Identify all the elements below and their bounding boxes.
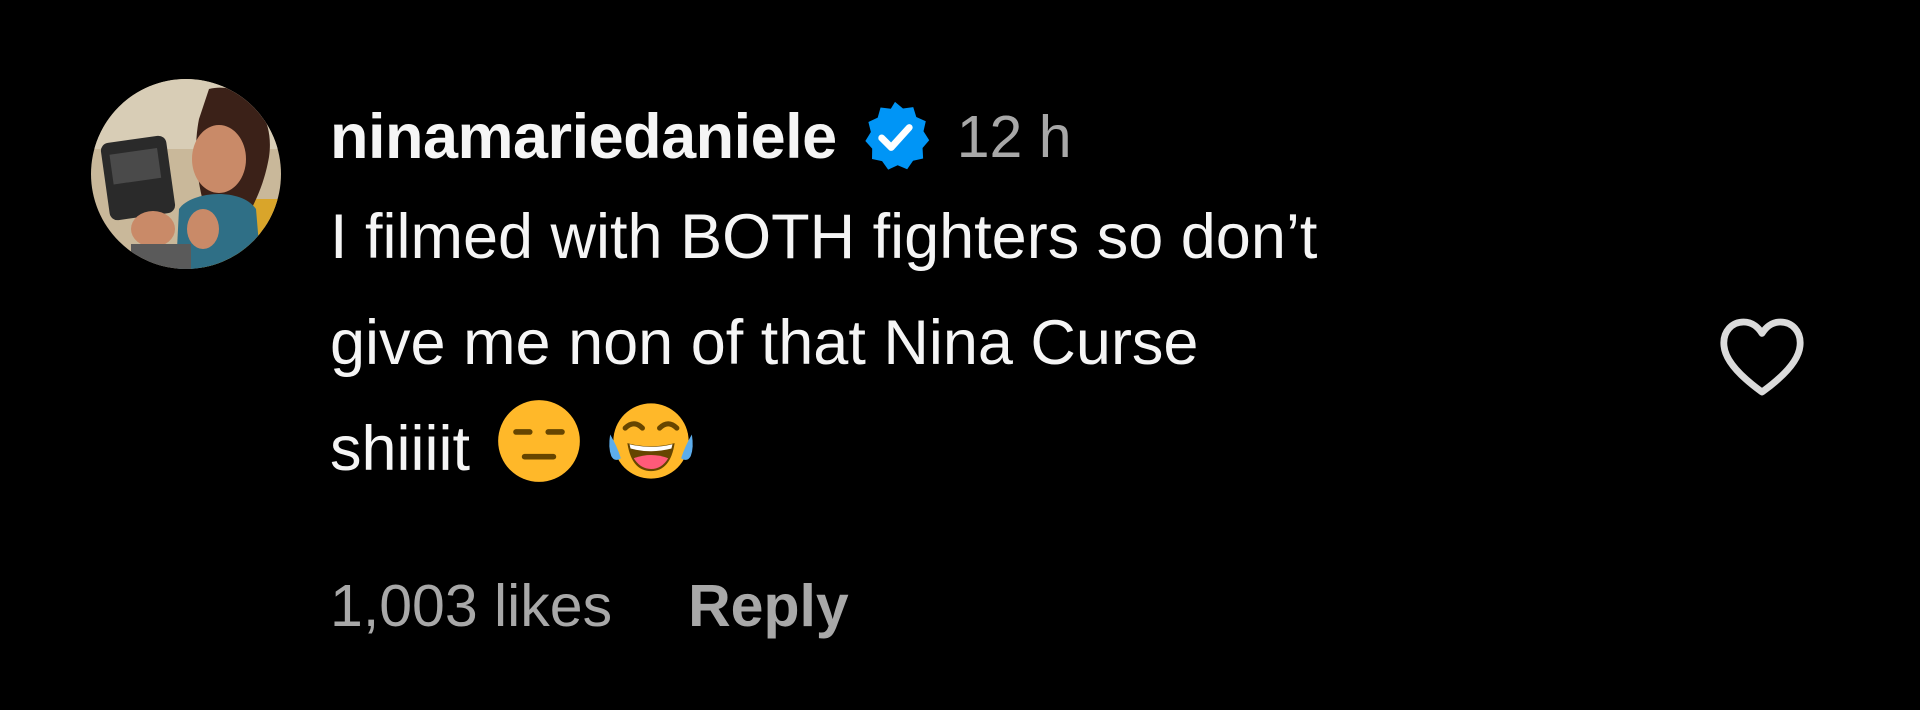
comment-footer: 1,003 likes Reply [330, 572, 849, 640]
comment-text-line: I filmed with BOTH fighters so don’t [330, 202, 1318, 272]
expressionless-face-emoji-icon [496, 398, 582, 484]
avatar[interactable] [91, 79, 281, 269]
comment-body: ninamariedaniele 12 h I filmed with BOTH… [330, 96, 1660, 502]
tears-of-joy-emoji-icon [608, 398, 694, 484]
comment-text-line: shiiiit [330, 414, 471, 484]
comment-text-line-last: shiiiit [330, 396, 1660, 502]
reply-button[interactable]: Reply [688, 572, 849, 640]
comment-item: ninamariedaniele 12 h I filmed with BOTH… [0, 0, 1920, 710]
username-link[interactable]: ninamariedaniele [330, 101, 837, 173]
comment-header: ninamariedaniele 12 h [330, 96, 1660, 178]
verified-badge-icon [857, 99, 933, 175]
likes-count-link[interactable]: 1,003 likes [330, 572, 612, 640]
profile-photo-avatar [91, 79, 281, 269]
comment-text-line: give me non of that Nina Curse [330, 308, 1199, 378]
heart-outline-icon[interactable] [1714, 308, 1810, 404]
comment-text: I filmed with BOTH fighters so don’t giv… [330, 184, 1660, 502]
comment-timestamp[interactable]: 12 h [957, 103, 1072, 171]
